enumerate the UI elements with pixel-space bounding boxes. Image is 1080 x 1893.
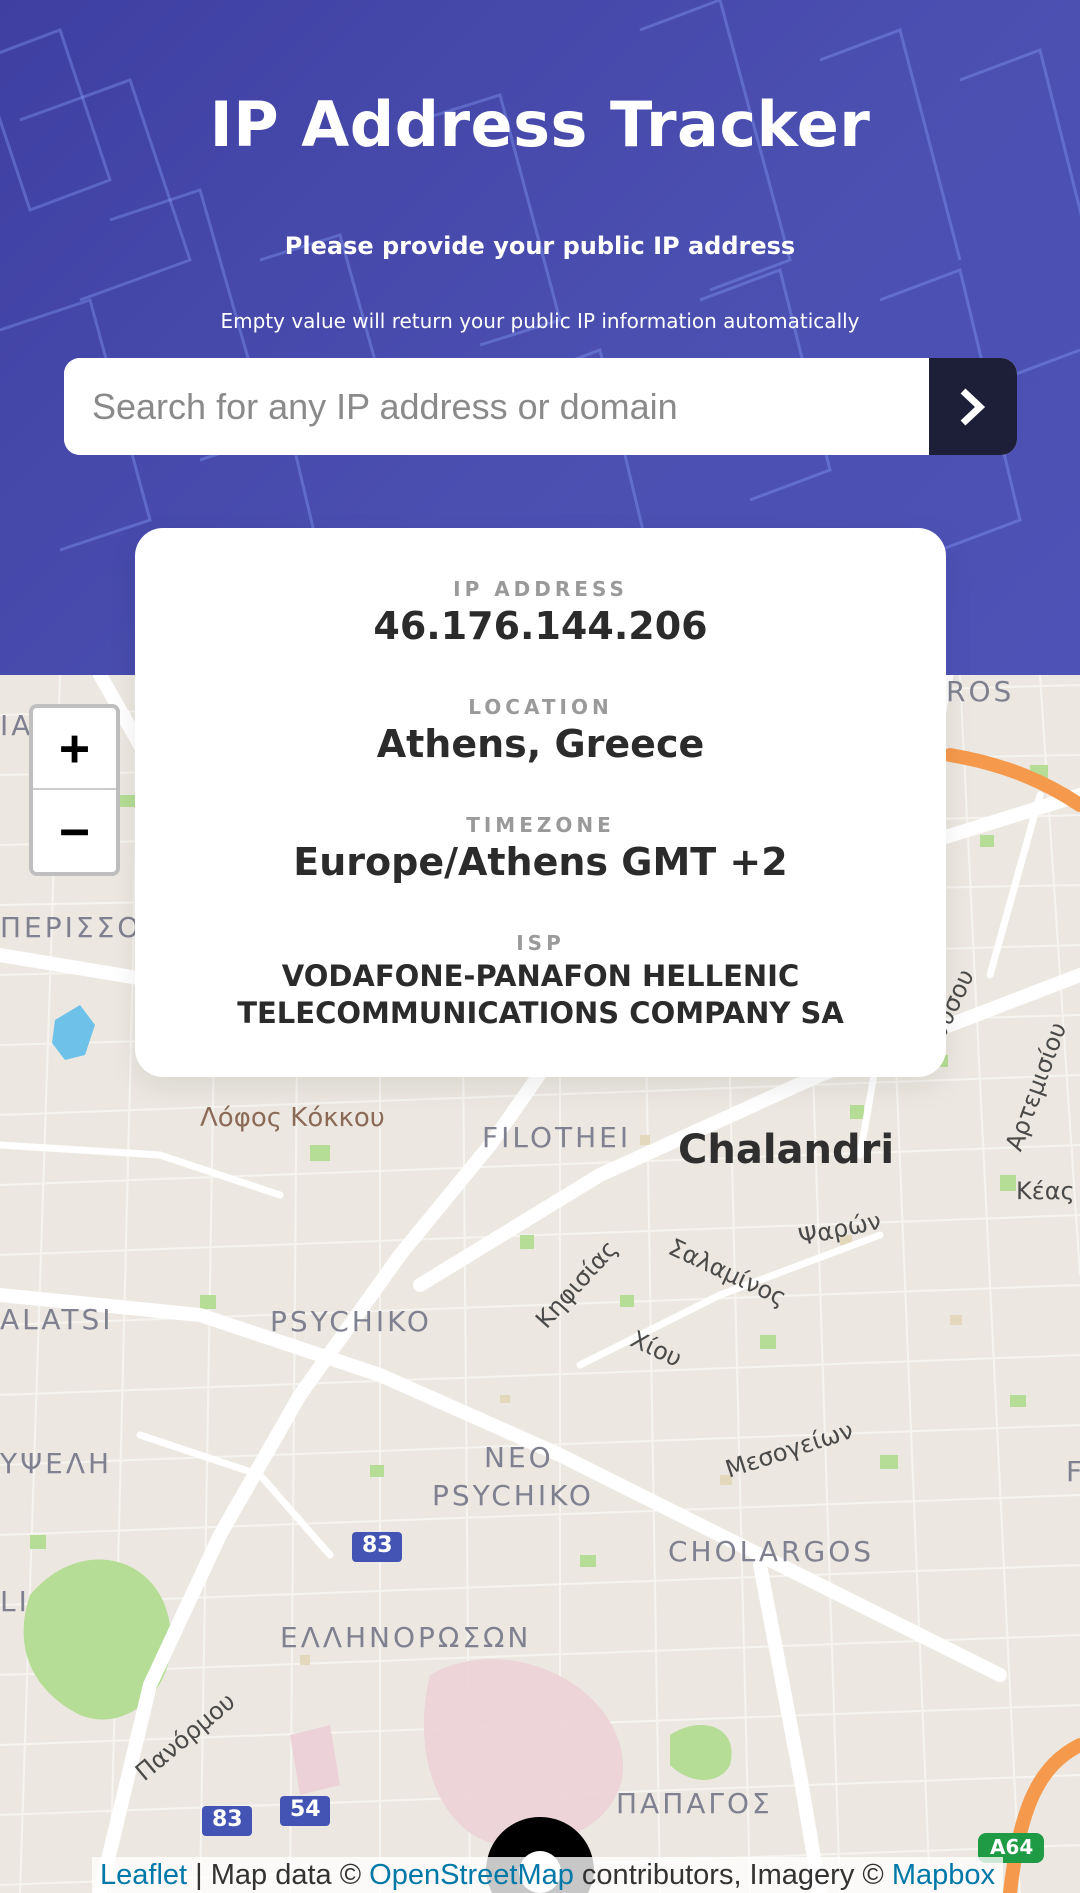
map-label: FILOTHEI — [482, 1121, 632, 1154]
map-label: LI — [0, 1585, 30, 1618]
map-label: F — [1066, 1455, 1080, 1488]
zoom-in-button[interactable]: + — [33, 708, 116, 790]
location-value: Athens, Greece — [376, 722, 705, 766]
map-label: 83 — [362, 1533, 393, 1558]
map-label: Κέας — [1016, 1177, 1075, 1205]
page-title: IP Address Tracker — [209, 88, 871, 161]
map-label: PSYCHIKO — [432, 1479, 594, 1512]
ip-info-card: IP ADDRESS 46.176.144.206 LOCATION Athen… — [135, 528, 946, 1077]
mapbox-link[interactable]: Mapbox — [892, 1859, 995, 1891]
map-label: ROS — [946, 675, 1015, 708]
subtitle: Please provide your public IP address — [284, 232, 796, 260]
map-label: ΥΨΕΛΗ — [0, 1447, 113, 1480]
timezone-value: Europe/Athens GMT +2 — [293, 840, 788, 884]
map-attribution: Leaflet | Map data © OpenStreetMap contr… — [92, 1857, 1003, 1893]
map-label: ΠΑΠΑΓΟΣ — [616, 1787, 773, 1820]
search-button[interactable] — [929, 358, 1017, 455]
search-input[interactable] — [64, 358, 929, 455]
map-label: NEO — [484, 1441, 554, 1474]
leaflet-link[interactable]: Leaflet — [100, 1859, 187, 1891]
attribution-text: Map data © — [202, 1859, 370, 1891]
ip-address-value: 46.176.144.206 — [373, 604, 708, 648]
search-form — [64, 358, 1017, 455]
ip-address-label: IP ADDRESS — [453, 577, 628, 601]
map-label: PSYCHIKO — [270, 1305, 432, 1338]
zoom-control: + − — [29, 704, 120, 876]
location-label: LOCATION — [468, 695, 613, 719]
attribution-text: contributors, Imagery © — [573, 1859, 892, 1891]
hint-text: Empty value will return your public IP i… — [220, 309, 860, 333]
map-label: ΕΛΛΗΝΟΡΩΣΩΝ — [280, 1621, 532, 1654]
map-label: Λόφος Κόκκου — [200, 1103, 385, 1133]
map-label: Chalandri — [678, 1127, 895, 1173]
isp-label: ISP — [516, 931, 565, 955]
map-label: 54 — [290, 1797, 321, 1822]
timezone-label: TIMEZONE — [466, 813, 615, 837]
map-label: CHOLARGOS — [668, 1535, 875, 1568]
openstreetmap-link[interactable]: OpenStreetMap — [369, 1859, 574, 1891]
map-label: ALATSI — [0, 1303, 114, 1336]
attribution-separator: | — [195, 1859, 203, 1891]
isp-value: VODAFONE-PANAFON HELLENIC TELECOMMUNICAT… — [237, 959, 844, 1030]
map-label: 83 — [212, 1807, 243, 1832]
chevron-right-icon — [960, 387, 986, 426]
zoom-out-button[interactable]: − — [33, 790, 116, 872]
map-label: A64 — [990, 1835, 1034, 1859]
